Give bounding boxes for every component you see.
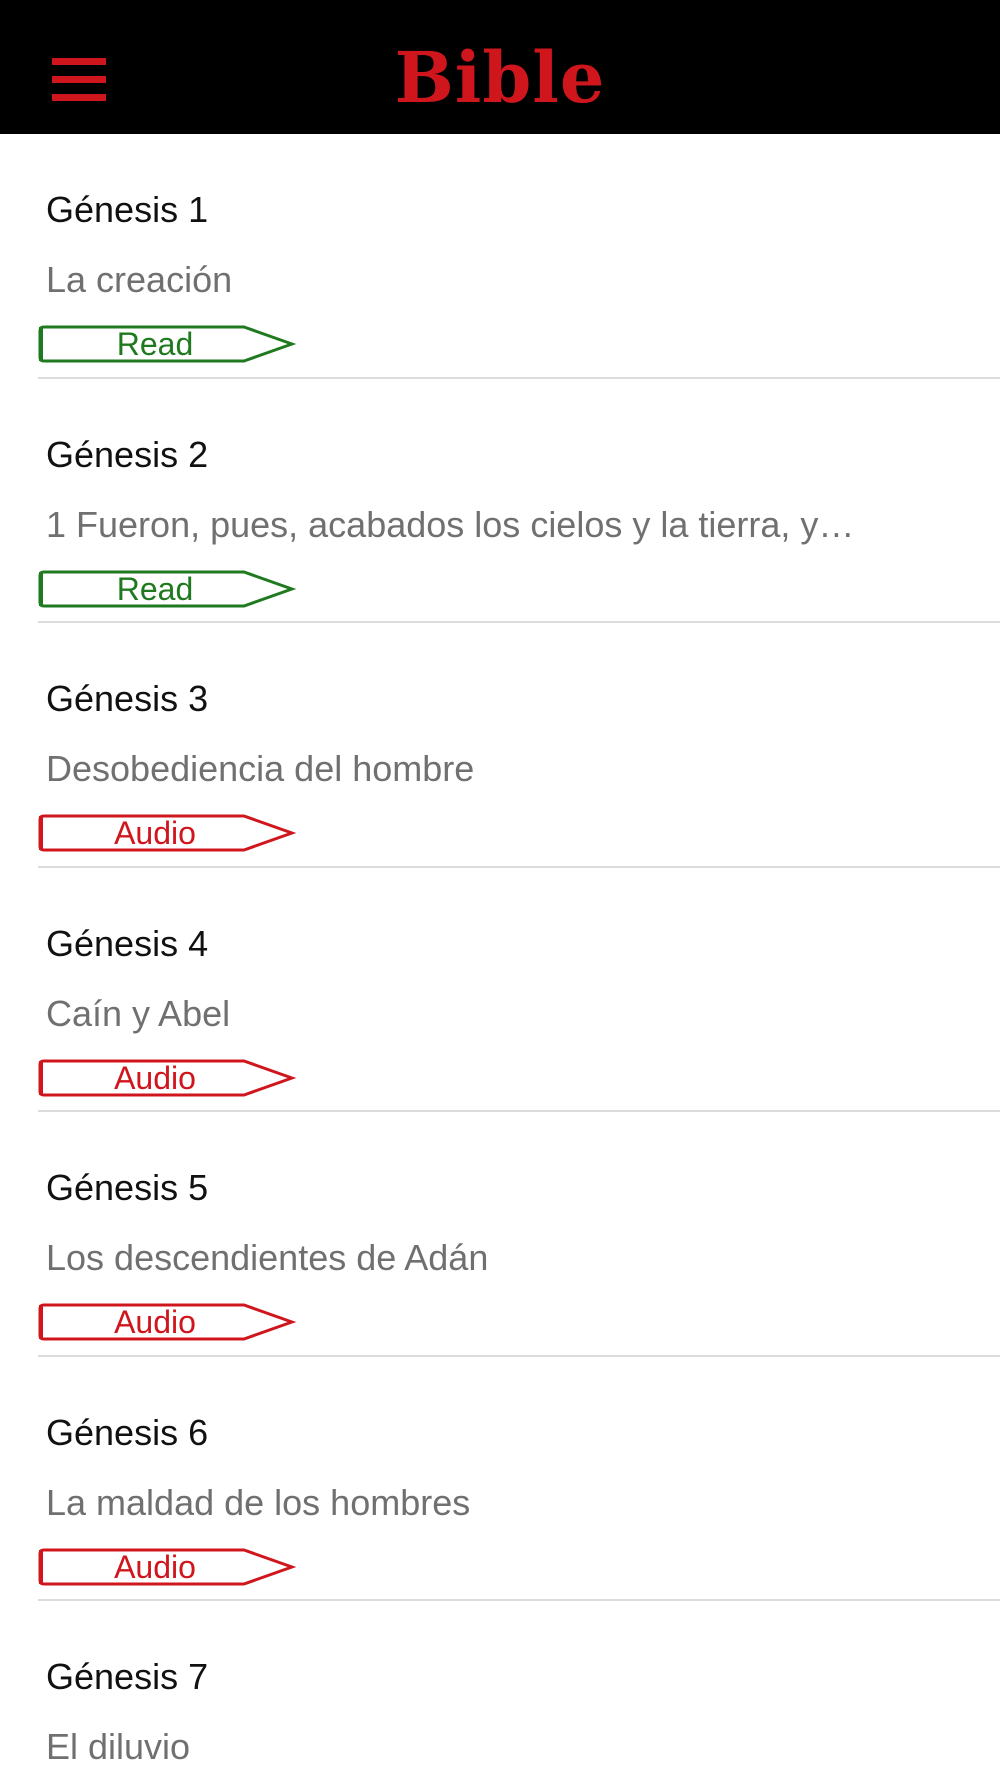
chapter-subtitle: Caín y Abel — [46, 992, 231, 1034]
chapter-item[interactable]: Génesis 7 El diluvio — [0, 1601, 1000, 1778]
chapter-title: Génesis 2 — [46, 433, 209, 475]
chapter-title: Génesis 4 — [46, 922, 209, 964]
read-tag-button[interactable]: Read — [38, 569, 296, 609]
chapter-item[interactable]: Génesis 2 1 Fueron, pues, acabados los c… — [0, 379, 1000, 623]
app-screen: Bible Génesis 1 La creación Read Génesis… — [0, 0, 1000, 1778]
tag-label: Read — [116, 326, 194, 362]
audio-tag-button[interactable]: Audio — [38, 1058, 296, 1098]
chapter-item[interactable]: Génesis 4 Caín y Abel Audio — [0, 868, 1000, 1112]
chapter-title: Génesis 3 — [46, 678, 209, 719]
chapter-subtitle: El diluvio — [46, 1726, 191, 1767]
chapter-item[interactable]: Génesis 5 Los descendientes de Adán Audi… — [0, 1112, 1000, 1357]
read-tag-button[interactable]: Read — [38, 324, 296, 364]
app-title: Bible — [394, 36, 606, 119]
chapter-subtitle: Desobediencia del hombre — [46, 748, 475, 789]
chapter-title: Génesis 5 — [46, 1167, 209, 1208]
audio-tag-button[interactable]: Audio — [38, 1547, 296, 1587]
chapter-subtitle: 1 Fueron, pues, acabados los cielos y la… — [46, 503, 855, 545]
tag-label: Audio — [114, 815, 196, 851]
chapter-title: Génesis 6 — [46, 1411, 209, 1453]
tag-label: Audio — [114, 1304, 196, 1340]
chapter-subtitle: Los descendientes de Adán — [46, 1237, 489, 1278]
chapter-title: Génesis 1 — [46, 189, 209, 230]
audio-tag-button[interactable]: Audio — [38, 813, 296, 853]
chapter-list: Génesis 1 La creación Read Génesis 2 1 F… — [0, 134, 1000, 1778]
top-bar: Bible — [0, 0, 1000, 134]
tag-label: Audio — [114, 1548, 196, 1585]
chapter-title: Génesis 7 — [46, 1656, 209, 1697]
chapter-subtitle: La creación — [46, 259, 233, 300]
chapter-item[interactable]: Génesis 6 La maldad de los hombres Audio — [0, 1357, 1000, 1601]
tag-label: Audio — [114, 1059, 196, 1096]
chapter-subtitle: La maldad de los hombres — [46, 1481, 471, 1523]
tag-label: Read — [116, 570, 194, 607]
chapter-item[interactable]: Génesis 1 La creación Read — [0, 134, 1000, 379]
audio-tag-button[interactable]: Audio — [38, 1302, 296, 1342]
chapter-item[interactable]: Génesis 3 Desobediencia del hombre Audio — [0, 623, 1000, 868]
